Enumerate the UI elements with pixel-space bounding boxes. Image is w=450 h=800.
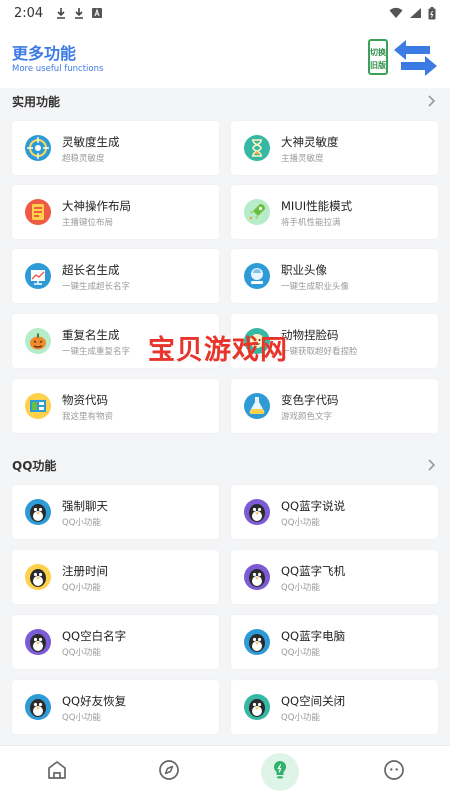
qq-card-blue-plane[interactable]: QQ蓝字飞机 QQ小功能 <box>231 550 438 604</box>
watermark: 宝贝游戏网 <box>148 335 288 366</box>
bottom-nav <box>0 745 450 800</box>
tool-card-miui-performance[interactable]: MIUI性能模式 将手机性能拉满 <box>231 185 438 239</box>
section-title-qq: QQ功能 <box>12 458 57 473</box>
card-title: 大神操作布局 <box>62 199 131 213</box>
chart-icon <box>25 263 51 289</box>
qq-penguin-icon <box>244 629 270 655</box>
card-subtitle: 主播键位布局 <box>62 218 114 228</box>
card-subtitle: 一键生成职业头像 <box>281 282 350 292</box>
card-title: 强制聊天 <box>62 499 108 513</box>
switch-version-logo[interactable]: 切换 旧版 <box>366 36 440 80</box>
card-subtitle: 一键生成超长名字 <box>62 282 131 292</box>
card-title: QQ蓝字飞机 <box>281 564 346 578</box>
potion-icon <box>244 393 270 419</box>
qq-card-zone-close[interactable]: QQ空间关闭 QQ小功能 <box>231 680 438 734</box>
download-icon <box>75 8 84 19</box>
card-title: 物资代码 <box>62 393 108 407</box>
tool-card-color-text-code[interactable]: 变色字代码 游戏颜色文字 <box>231 379 438 433</box>
card-subtitle: QQ小功能 <box>281 518 320 528</box>
card-subtitle: 一键获取超好看捏脸 <box>281 347 358 357</box>
card-title: 职业头像 <box>281 263 327 277</box>
battery-icon <box>428 6 436 19</box>
status-bar: 2:04 <box>0 0 450 26</box>
card-title: QQ空间关闭 <box>281 694 346 708</box>
card-subtitle: 主播灵敏度 <box>281 154 324 164</box>
target-icon <box>25 135 51 161</box>
app-header: 更多功能 More useful functions 切换 旧版 <box>0 26 450 88</box>
lightbulb-icon[interactable] <box>268 758 292 782</box>
tool-card-sensitivity-gen[interactable]: 灵敏度生成 超稳灵敏度 <box>12 121 219 175</box>
qq-card-blue-post[interactable]: QQ蓝字说说 QQ小功能 <box>231 485 438 539</box>
qq-penguin-icon <box>25 629 51 655</box>
card-title: 动物捏脸码 <box>281 328 339 342</box>
chat-icon[interactable] <box>382 758 406 782</box>
section-header-useful[interactable]: 实用功能 <box>0 86 450 116</box>
card-subtitle: 超稳灵敏度 <box>62 154 105 164</box>
compass-icon[interactable] <box>157 758 181 782</box>
download-icon <box>57 8 66 19</box>
qq-penguin-icon <box>244 694 270 720</box>
card-title: QQ好友恢复 <box>62 694 127 708</box>
card-title: QQ空白名字 <box>62 629 127 643</box>
card-subtitle: 将手机性能拉满 <box>281 218 341 228</box>
portrait-icon <box>244 263 270 289</box>
pumpkin-icon <box>25 328 51 354</box>
card-title: 注册时间 <box>62 564 108 578</box>
card-title: 重复名生成 <box>62 328 120 342</box>
page-title: 更多功能 <box>12 44 77 63</box>
chevron-right-icon <box>428 459 436 471</box>
card-title: QQ蓝字电脑 <box>281 629 346 643</box>
logo-text-top: 切换 <box>370 47 387 57</box>
card-subtitle: QQ小功能 <box>62 648 101 658</box>
rocket-icon <box>244 199 270 225</box>
card-title: 超长名生成 <box>62 263 120 277</box>
page-subtitle: More useful functions <box>12 64 104 74</box>
tool-card-long-name[interactable]: 超长名生成 一键生成超长名字 <box>12 249 219 303</box>
logo-text-bottom: 旧版 <box>370 60 386 70</box>
card-subtitle: QQ小功能 <box>281 713 320 723</box>
wifi-icon <box>389 7 403 18</box>
card-title: MIUI性能模式 <box>281 199 353 213</box>
card-subtitle: 游戏颜色文字 <box>281 412 333 422</box>
section-title-useful: 实用功能 <box>12 94 61 109</box>
card-title: 大神灵敏度 <box>281 135 339 149</box>
qq-penguin-icon <box>244 499 270 525</box>
card-subtitle: QQ小功能 <box>62 713 101 723</box>
card-subtitle: QQ小功能 <box>281 648 320 658</box>
qq-card-register-time[interactable]: 注册时间 QQ小功能 <box>12 550 219 604</box>
tool-card-pro-avatar[interactable]: 职业头像 一键生成职业头像 <box>231 249 438 303</box>
qq-penguin-icon <box>25 694 51 720</box>
qq-penguin-icon <box>244 564 270 590</box>
home-icon[interactable] <box>45 758 69 782</box>
qq-card-blue-pc[interactable]: QQ蓝字电脑 QQ小功能 <box>231 615 438 669</box>
card-title: 变色字代码 <box>281 393 339 407</box>
status-time: 2:04 <box>14 5 44 21</box>
chevron-right-icon <box>428 95 436 107</box>
signal-icon <box>410 8 421 18</box>
card-subtitle: QQ小功能 <box>62 583 101 593</box>
qq-card-force-chat[interactable]: 强制聊天 QQ小功能 <box>12 485 219 539</box>
tool-card-layout[interactable]: 大神操作布局 主播键位布局 <box>12 185 219 239</box>
layout-icon <box>25 199 51 225</box>
qq-penguin-icon <box>25 499 51 525</box>
supplies-icon <box>25 393 51 419</box>
tool-card-pro-sensitivity[interactable]: 大神灵敏度 主播灵敏度 <box>231 121 438 175</box>
card-subtitle: QQ小功能 <box>62 518 101 528</box>
card-title: 灵敏度生成 <box>62 135 120 149</box>
card-subtitle: 一键生成重复名字 <box>62 347 131 357</box>
card-title: QQ蓝字说说 <box>281 499 346 513</box>
section-header-qq[interactable]: QQ功能 <box>0 450 450 480</box>
qq-card-friend-restore[interactable]: QQ好友恢复 QQ小功能 <box>12 680 219 734</box>
app-notification-icon <box>92 8 103 18</box>
qq-card-blank-name[interactable]: QQ空白名字 QQ小功能 <box>12 615 219 669</box>
card-subtitle: QQ小功能 <box>281 583 320 593</box>
hourglass-icon <box>244 135 270 161</box>
card-subtitle: 我这里有物资 <box>62 412 114 422</box>
qq-penguin-icon <box>25 564 51 590</box>
tool-card-supplies-code[interactable]: 物资代码 我这里有物资 <box>12 379 219 433</box>
